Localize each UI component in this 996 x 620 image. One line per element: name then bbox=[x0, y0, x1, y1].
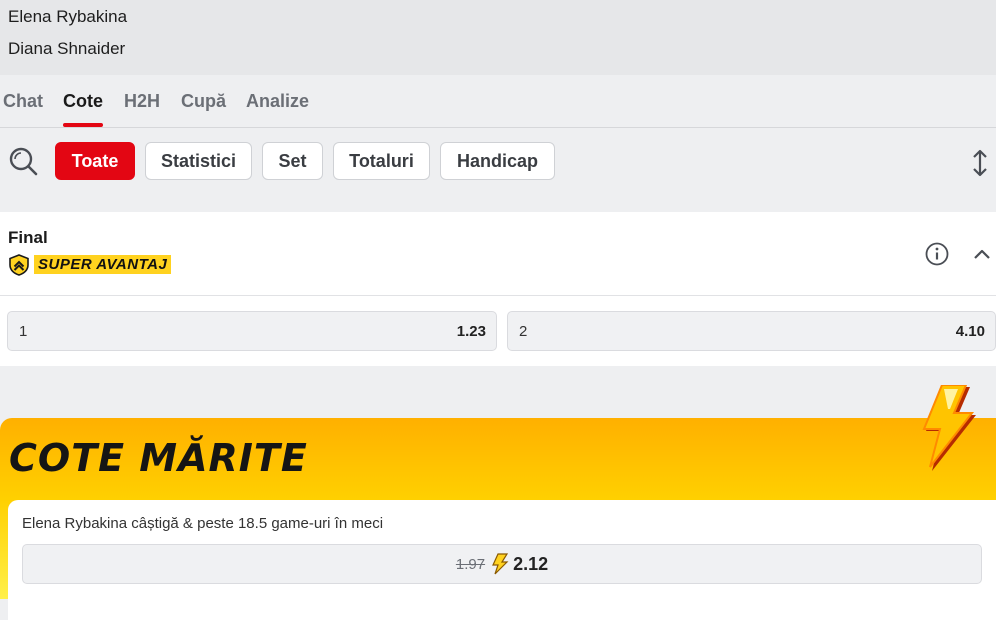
filter-bar: Toate Statistici Set Totaluri Handicap bbox=[0, 128, 996, 212]
filter-toate[interactable]: Toate bbox=[55, 142, 135, 180]
chevron-up-icon[interactable] bbox=[972, 246, 992, 262]
sort-icon[interactable] bbox=[970, 148, 990, 178]
old-odd: 1.97 bbox=[455, 555, 486, 573]
filter-set[interactable]: Set bbox=[262, 142, 323, 180]
market-title: Final bbox=[8, 228, 48, 247]
lightning-bolt-icon bbox=[922, 385, 976, 471]
odd-label: 1 bbox=[19, 323, 28, 340]
odd-button-2[interactable]: 2 4.10 bbox=[507, 311, 996, 351]
market-final: Final SUPER AVANTAJ 1 1.23 2 4.10 bbox=[0, 212, 996, 366]
promo-card: Elena Rybakina câștigă & peste 18.5 game… bbox=[8, 500, 996, 620]
promo-description: Elena Rybakina câștigă & peste 18.5 game… bbox=[22, 515, 384, 532]
tab-analize[interactable]: Analize bbox=[246, 91, 309, 112]
filter-statistici[interactable]: Statistici bbox=[145, 142, 252, 180]
promo-title: COTE MĂRITE bbox=[9, 436, 308, 480]
filter-handicap[interactable]: Handicap bbox=[440, 142, 555, 180]
match-header: Elena Rybakina Diana Shnaider bbox=[0, 0, 996, 75]
boosted-odd-button[interactable]: 1.97 2.12 bbox=[22, 544, 982, 584]
player-1-name: Elena Rybakina bbox=[8, 7, 128, 26]
lightning-bolt-icon bbox=[492, 553, 509, 575]
boosted-odds-banner: COTE MĂRITE Elena Rybakina câștigă & pes… bbox=[0, 385, 996, 620]
odd-value: 4.10 bbox=[955, 323, 985, 340]
odd-button-1[interactable]: 1 1.23 bbox=[7, 311, 497, 351]
tab-cote[interactable]: Cote bbox=[63, 91, 103, 112]
player-2-name: Diana Shnaider bbox=[8, 39, 126, 58]
odd-label: 2 bbox=[519, 323, 528, 340]
new-odd: 2.12 bbox=[513, 553, 549, 574]
search-icon[interactable] bbox=[8, 146, 38, 176]
odd-value: 1.23 bbox=[456, 323, 486, 340]
tab-bar: Chat Cote H2H Cupă Analize bbox=[0, 75, 996, 128]
active-tab-indicator bbox=[63, 123, 103, 127]
tab-h2h[interactable]: H2H bbox=[124, 91, 160, 112]
divider bbox=[0, 295, 996, 296]
shield-icon bbox=[9, 253, 29, 276]
super-avantaj-badge: SUPER AVANTAJ bbox=[8, 253, 172, 276]
filter-totaluri[interactable]: Totaluri bbox=[333, 142, 430, 180]
badge-label: SUPER AVANTAJ bbox=[34, 255, 172, 274]
tab-chat[interactable]: Chat bbox=[3, 91, 43, 112]
info-icon[interactable] bbox=[925, 242, 949, 266]
tab-cupa[interactable]: Cupă bbox=[181, 91, 226, 112]
